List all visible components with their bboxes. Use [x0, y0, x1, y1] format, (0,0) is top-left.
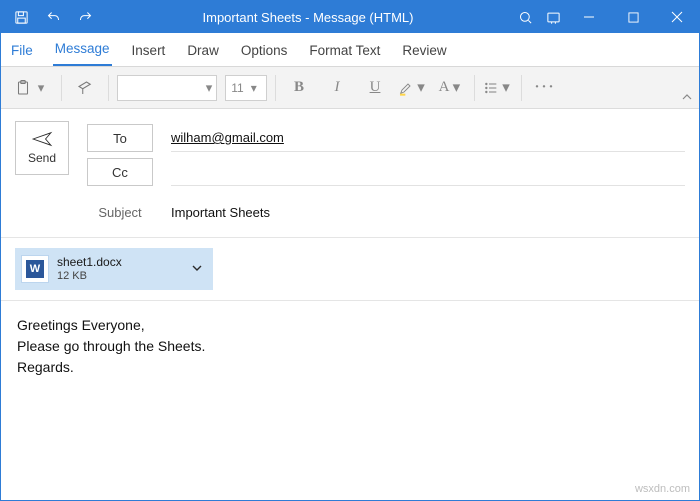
to-field[interactable]: wilham@gmail.com — [171, 124, 685, 152]
tab-file[interactable]: File — [9, 37, 35, 66]
tab-format-text[interactable]: Format Text — [307, 37, 382, 66]
cc-field[interactable] — [171, 158, 685, 186]
redo-icon[interactable] — [71, 3, 99, 31]
overflow-button[interactable]: ··· — [530, 73, 560, 103]
italic-button[interactable]: I — [322, 73, 352, 103]
chevron-down-icon: ▾ — [414, 78, 428, 97]
attachment-name: sheet1.docx — [57, 256, 183, 270]
minimize-button[interactable] — [567, 1, 611, 33]
ribbon-display-icon[interactable] — [539, 3, 567, 31]
font-family-selector[interactable]: ▾ — [117, 75, 217, 101]
to-row: To wilham@gmail.com — [87, 121, 685, 155]
separator — [61, 75, 62, 101]
undo-icon[interactable] — [39, 3, 67, 31]
attachment-item[interactable]: W sheet1.docx 12 KB — [15, 248, 213, 290]
message-body[interactable]: Greetings Everyone, Please go through th… — [1, 301, 699, 392]
ribbon-tabs: File Message Insert Draw Options Format … — [1, 33, 699, 67]
chevron-down-icon: ▾ — [247, 81, 261, 95]
font-size-selector[interactable]: 11 ▾ — [225, 75, 267, 101]
title-bar: Important Sheets - Message (HTML) — [1, 1, 699, 33]
chevron-down-icon: ▾ — [34, 80, 48, 96]
attachment-menu-button[interactable] — [191, 262, 207, 277]
attachment-size: 12 KB — [57, 270, 183, 283]
separator — [108, 75, 109, 101]
chevron-down-icon: ▾ — [449, 78, 463, 97]
format-painter-button[interactable] — [70, 73, 100, 103]
recipient-fields: To wilham@gmail.com Cc Subject Important… — [87, 121, 685, 229]
tab-review[interactable]: Review — [400, 37, 448, 66]
word-document-icon: W — [21, 255, 49, 283]
body-line: Please go through the Sheets. — [17, 336, 683, 357]
subject-field[interactable]: Important Sheets — [171, 198, 685, 226]
separator — [474, 75, 475, 101]
tab-insert[interactable]: Insert — [130, 37, 168, 66]
body-line: Regards. — [17, 357, 683, 378]
compose-header: Send To wilham@gmail.com Cc Subject Impo… — [1, 109, 699, 238]
tab-message[interactable]: Message — [53, 35, 112, 66]
subject-label: Subject — [87, 205, 153, 220]
send-button[interactable]: Send — [15, 121, 69, 175]
attachment-info: sheet1.docx 12 KB — [57, 256, 183, 282]
cc-button[interactable]: Cc — [87, 158, 153, 186]
separator — [521, 75, 522, 101]
maximize-button[interactable] — [611, 1, 655, 33]
to-value: wilham@gmail.com — [171, 130, 284, 145]
cc-row: Cc — [87, 155, 685, 189]
window-title-text: Important Sheets - Message (HTML) — [203, 10, 414, 25]
chevron-down-icon: ▾ — [202, 80, 216, 96]
separator — [275, 75, 276, 101]
window-title: Important Sheets - Message (HTML) — [105, 10, 511, 25]
ribbon-bar: ▾ ▾ 11 ▾ B I U ▾ A ▾ ▾ ··· — [1, 67, 699, 109]
window-controls — [511, 1, 699, 33]
close-button[interactable] — [655, 1, 699, 33]
font-color-button[interactable]: A ▾ — [436, 73, 466, 103]
highlight-button[interactable]: ▾ — [398, 73, 428, 103]
bold-button[interactable]: B — [284, 73, 314, 103]
send-label: Send — [28, 151, 56, 165]
watermark: wsxdn.com — [635, 483, 690, 495]
search-icon[interactable] — [511, 3, 539, 31]
quick-access-toolbar — [1, 3, 105, 31]
body-line: Greetings Everyone, — [17, 315, 683, 336]
save-icon[interactable] — [7, 3, 35, 31]
subject-row: Subject Important Sheets — [87, 195, 685, 229]
underline-button[interactable]: U — [360, 73, 390, 103]
tab-options[interactable]: Options — [239, 37, 290, 66]
tab-draw[interactable]: Draw — [185, 37, 221, 66]
font-size-value: 11 — [231, 81, 243, 95]
bullets-button[interactable]: ▾ — [483, 73, 513, 103]
word-icon-letter: W — [26, 260, 44, 278]
chevron-down-icon: ▾ — [499, 78, 513, 97]
to-button[interactable]: To — [87, 124, 153, 152]
collapse-ribbon-icon[interactable] — [681, 91, 693, 106]
subject-value: Important Sheets — [171, 205, 270, 220]
paste-button[interactable]: ▾ — [9, 73, 53, 103]
attachments-bar: W sheet1.docx 12 KB — [1, 238, 699, 301]
